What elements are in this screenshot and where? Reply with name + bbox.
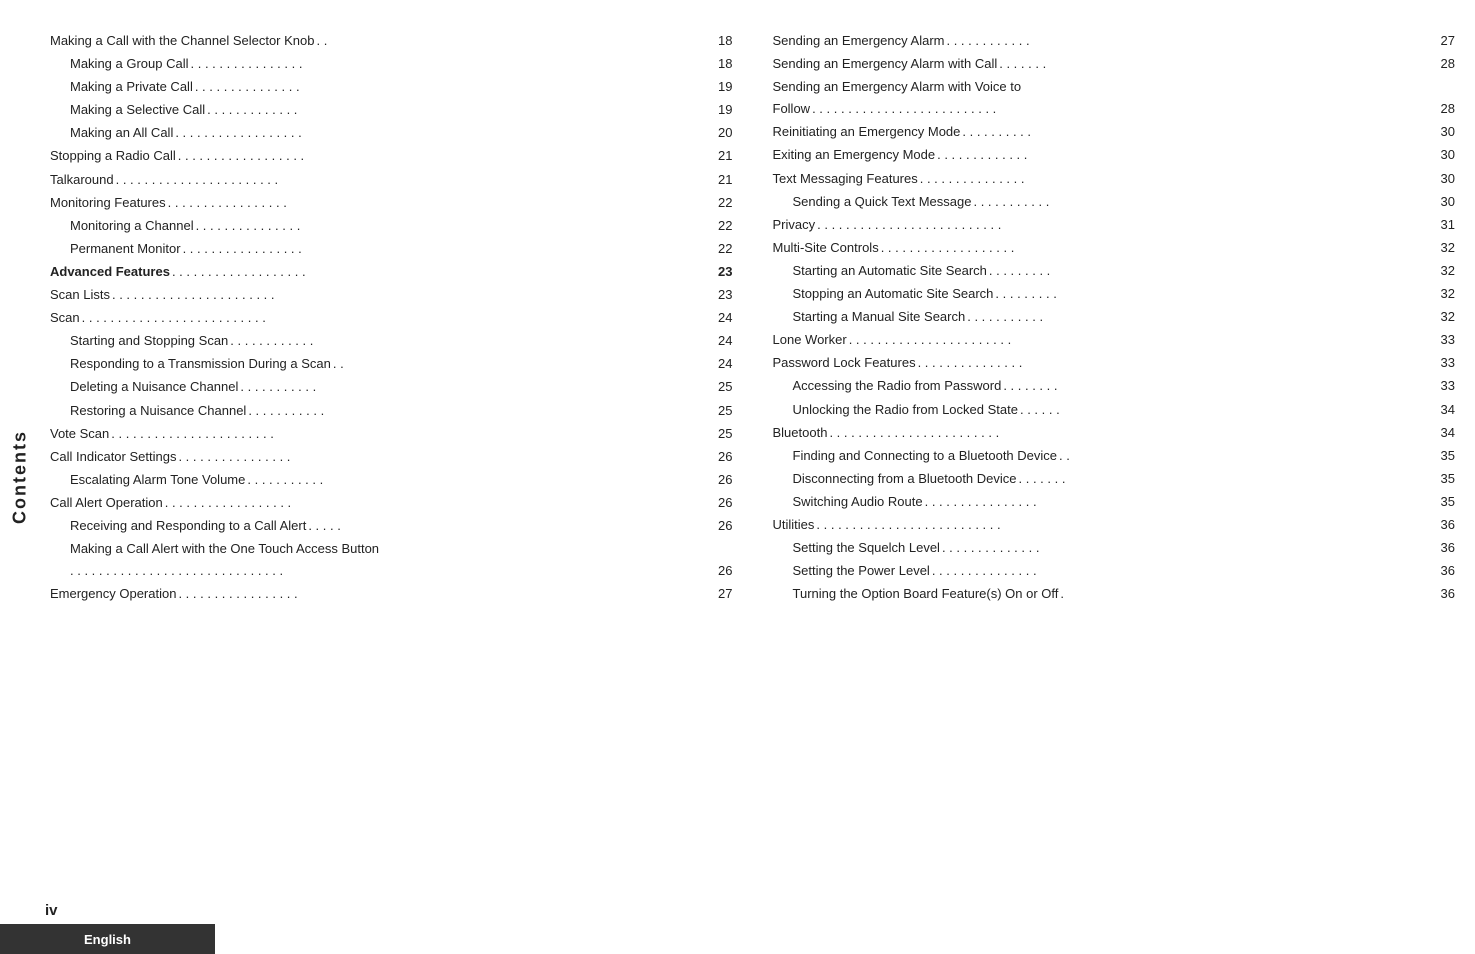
list-item: Escalating Alarm Tone Volume . . . . . .… bbox=[50, 469, 733, 491]
list-item: Disconnecting from a Bluetooth Device . … bbox=[773, 468, 1456, 490]
list-item: Starting and Stopping Scan . . . . . . .… bbox=[50, 330, 733, 352]
list-item: Making an All Call . . . . . . . . . . .… bbox=[50, 122, 733, 144]
list-item: Text Messaging Features . . . . . . . . … bbox=[773, 168, 1456, 190]
list-item: Setting the Squelch Level . . . . . . . … bbox=[773, 537, 1456, 559]
list-item: Switching Audio Route . . . . . . . . . … bbox=[773, 491, 1456, 513]
list-item: Password Lock Features . . . . . . . . .… bbox=[773, 352, 1456, 374]
list-item: Emergency Operation . . . . . . . . . . … bbox=[50, 583, 733, 605]
main-content: Making a Call with the Channel Selector … bbox=[40, 0, 1475, 954]
list-item: Finding and Connecting to a Bluetooth De… bbox=[773, 445, 1456, 467]
list-item: Bluetooth . . . . . . . . . . . . . . . … bbox=[773, 422, 1456, 444]
sidebar-contents-label: Contents bbox=[0, 0, 40, 954]
list-item: Permanent Monitor . . . . . . . . . . . … bbox=[50, 238, 733, 260]
list-item: Making a Group Call . . . . . . . . . . … bbox=[50, 53, 733, 75]
page-number: iv bbox=[45, 902, 58, 919]
list-item: Lone Worker . . . . . . . . . . . . . . … bbox=[773, 329, 1456, 351]
right-column: Sending an Emergency Alarm . . . . . . .… bbox=[773, 30, 1456, 894]
list-item: Making a Call with the Channel Selector … bbox=[50, 30, 733, 52]
list-item: Making a Private Call . . . . . . . . . … bbox=[50, 76, 733, 98]
list-item: Sending a Quick Text Message . . . . . .… bbox=[773, 191, 1456, 213]
list-item: Monitoring Features . . . . . . . . . . … bbox=[50, 192, 733, 214]
bottom-language-bar: English bbox=[0, 924, 215, 954]
list-item: Restoring a Nuisance Channel . . . . . .… bbox=[50, 400, 733, 422]
list-item: Privacy . . . . . . . . . . . . . . . . … bbox=[773, 214, 1456, 236]
list-item: Talkaround . . . . . . . . . . . . . . .… bbox=[50, 169, 733, 191]
list-item: Responding to a Transmission During a Sc… bbox=[50, 353, 733, 375]
language-label: English bbox=[84, 932, 131, 947]
list-item: Vote Scan . . . . . . . . . . . . . . . … bbox=[50, 423, 733, 445]
list-item: Exiting an Emergency Mode . . . . . . . … bbox=[773, 144, 1456, 166]
list-item: Multi-Site Controls . . . . . . . . . . … bbox=[773, 237, 1456, 259]
list-item: Call Indicator Settings . . . . . . . . … bbox=[50, 446, 733, 468]
list-item: Sending an Emergency Alarm with Voice to… bbox=[773, 76, 1456, 120]
list-item: Receiving and Responding to a Call Alert… bbox=[50, 515, 733, 537]
list-item: Starting an Automatic Site Search . . . … bbox=[773, 260, 1456, 282]
list-item: Starting a Manual Site Search . . . . . … bbox=[773, 306, 1456, 328]
list-item: Scan . . . . . . . . . . . . . . . . . .… bbox=[50, 307, 733, 329]
list-item: Reinitiating an Emergency Mode . . . . .… bbox=[773, 121, 1456, 143]
list-item: Making a Call Alert with the One Touch A… bbox=[50, 538, 733, 582]
list-item: Sending an Emergency Alarm . . . . . . .… bbox=[773, 30, 1456, 52]
list-item: Turning the Option Board Feature(s) On o… bbox=[773, 583, 1456, 605]
list-item: Sending an Emergency Alarm with Call . .… bbox=[773, 53, 1456, 75]
list-item: Monitoring a Channel . . . . . . . . . .… bbox=[50, 215, 733, 237]
list-item: Advanced Features . . . . . . . . . . . … bbox=[50, 261, 733, 283]
list-item: Call Alert Operation . . . . . . . . . .… bbox=[50, 492, 733, 514]
list-item: Stopping a Radio Call . . . . . . . . . … bbox=[50, 145, 733, 167]
page-container: Contents Making a Call with the Channel … bbox=[0, 0, 1475, 954]
list-item: Stopping an Automatic Site Search . . . … bbox=[773, 283, 1456, 305]
list-item: Unlocking the Radio from Locked State . … bbox=[773, 399, 1456, 421]
list-item: Scan Lists . . . . . . . . . . . . . . .… bbox=[50, 284, 733, 306]
list-item: Accessing the Radio from Password . . . … bbox=[773, 375, 1456, 397]
left-column: Making a Call with the Channel Selector … bbox=[50, 30, 733, 894]
list-item: Making a Selective Call . . . . . . . . … bbox=[50, 99, 733, 121]
list-item: Setting the Power Level . . . . . . . . … bbox=[773, 560, 1456, 582]
list-item: Deleting a Nuisance Channel . . . . . . … bbox=[50, 376, 733, 398]
list-item: Utilities . . . . . . . . . . . . . . . … bbox=[773, 514, 1456, 536]
